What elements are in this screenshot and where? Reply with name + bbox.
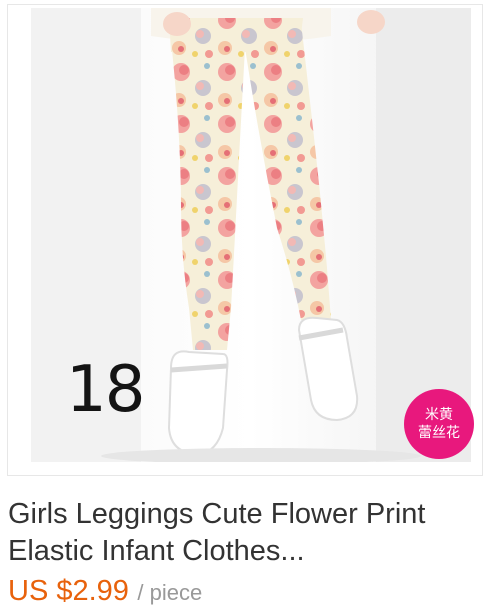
product-title-line-1[interactable]: Girls Leggings Cute Flower Print — [8, 496, 484, 533]
product-price: US $2.99 — [8, 575, 129, 607]
product-image-frame[interactable]: 18 米黄 蕾丝花 — [7, 4, 483, 476]
product-title-line-2[interactable]: Elastic Infant Clothes... — [8, 533, 484, 570]
color-badge-line-1: 米黄 — [425, 407, 453, 423]
product-card[interactable]: 18 米黄 蕾丝花 Girls Leggings Cute Flower Pri… — [0, 0, 490, 614]
color-badge-line-2: 蕾丝花 — [418, 425, 460, 441]
variant-number-label: 18 — [66, 353, 145, 427]
color-variant-badge: 米黄 蕾丝花 — [404, 389, 474, 459]
price-row: US $2.99 / piece — [8, 572, 478, 610]
price-unit: / piece — [137, 580, 203, 605]
product-title[interactable]: Girls Leggings Cute Flower Print Elastic… — [8, 496, 484, 570]
